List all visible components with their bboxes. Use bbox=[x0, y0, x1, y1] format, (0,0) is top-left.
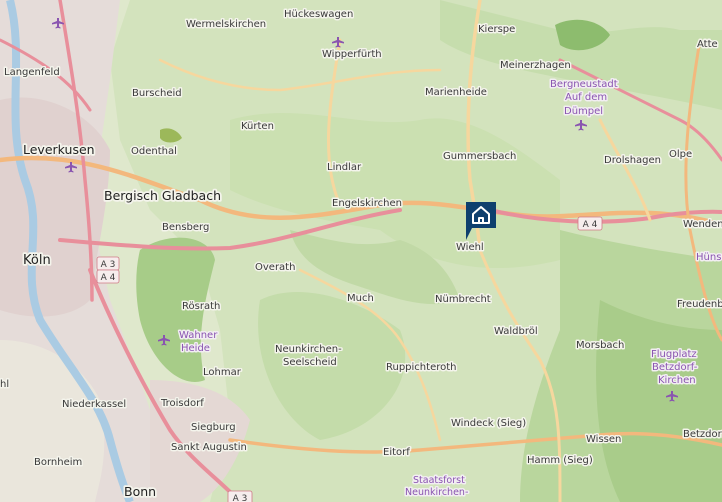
poi-label-flugplatz: Flugplatz bbox=[651, 349, 697, 360]
svg-text:A 3: A 3 bbox=[233, 494, 248, 502]
town-label: Lindlar bbox=[327, 162, 362, 173]
town-label: Meinerzhagen bbox=[500, 60, 571, 71]
poi-label-staatsforst: Neunkirchen- bbox=[405, 487, 468, 498]
town-label: Rösrath bbox=[182, 301, 220, 312]
town-label: Odenthal bbox=[131, 146, 177, 157]
town-label: Marienheide bbox=[425, 87, 487, 98]
town-label: Hamm (Sieg) bbox=[527, 455, 593, 466]
town-label: Freudenb bbox=[677, 299, 722, 310]
town-label: Siegburg bbox=[191, 422, 236, 433]
town-label: Bensberg bbox=[162, 222, 209, 233]
town-label: hl bbox=[0, 379, 9, 390]
svg-text:A 4: A 4 bbox=[583, 220, 598, 230]
town-label: Troisdorf bbox=[160, 398, 204, 409]
town-label: Burscheid bbox=[132, 88, 182, 99]
poi-label-wahner-heide: Heide bbox=[181, 343, 210, 354]
town-label: Kürten bbox=[241, 121, 274, 132]
motorway-shield-a4-bottom: A 4 bbox=[96, 269, 120, 284]
town-label: Wissen bbox=[586, 434, 621, 445]
svg-text:A 4: A 4 bbox=[101, 273, 116, 283]
town-label: Nümbrecht bbox=[435, 294, 491, 305]
poi-label-bergneustadt: Dümpel bbox=[564, 106, 603, 117]
town-label: Neunkirchen- bbox=[275, 344, 342, 355]
town-label: Windeck (Sieg) bbox=[451, 418, 526, 429]
town-label: Engelskirchen bbox=[332, 198, 402, 209]
poi-label-bergneustadt: Bergneustadt bbox=[550, 79, 618, 90]
town-label: Atte bbox=[697, 39, 718, 50]
poi-label-staatsforst: Staatsforst bbox=[413, 475, 465, 486]
motorway-shield-a3-top: A 3 bbox=[96, 256, 120, 271]
poi-label-bergneustadt: Auf dem bbox=[565, 92, 607, 103]
city-label-bergisch-gladbach: Bergisch Gladbach bbox=[104, 188, 221, 203]
town-label: Drolshagen bbox=[604, 155, 661, 166]
city-label-koeln: Köln bbox=[23, 253, 51, 268]
town-label: Kierspe bbox=[478, 24, 515, 35]
town-label: Lohmar bbox=[203, 367, 242, 378]
poi-label-wahner-heide: Wahner bbox=[179, 330, 218, 341]
town-label: Bornheim bbox=[34, 457, 82, 468]
motorway-shield-a3-south: A 3 bbox=[227, 490, 253, 502]
town-label: Gummersbach bbox=[443, 151, 516, 162]
town-label: Wiehl bbox=[456, 242, 484, 253]
town-label: Langenfeld bbox=[4, 67, 60, 78]
town-label: Betzdorf bbox=[683, 429, 722, 440]
town-label: Niederkassel bbox=[62, 399, 126, 410]
map-canvas[interactable]: A 3 A 4 A 4 A 3 Köln Leverkusen Bergisch… bbox=[0, 0, 722, 502]
town-label: Waldbröl bbox=[494, 326, 538, 337]
poi-label-huensborn: Hüns bbox=[696, 252, 721, 263]
town-label: Olpe bbox=[669, 149, 692, 160]
town-label: Morsbach bbox=[576, 340, 624, 351]
poi-label-flugplatz: Kirchen bbox=[658, 375, 696, 386]
town-label: Eitorf bbox=[383, 447, 410, 458]
town-label: Sankt Augustin bbox=[171, 442, 247, 453]
town-label: Ruppichteroth bbox=[386, 362, 457, 373]
town-label: Wipperfürth bbox=[322, 49, 382, 60]
city-label-leverkusen: Leverkusen bbox=[23, 142, 95, 157]
poi-label-flugplatz: Betzdorf- bbox=[652, 362, 698, 373]
town-label: Much bbox=[347, 293, 374, 304]
svg-text:A 3: A 3 bbox=[101, 260, 116, 270]
town-label: Wermelskirchen bbox=[186, 19, 266, 30]
town-label: Overath bbox=[255, 262, 295, 273]
town-label: Hückeswagen bbox=[284, 9, 353, 20]
motorway-shield-a4-east: A 4 bbox=[577, 216, 603, 231]
city-label-bonn: Bonn bbox=[124, 484, 156, 499]
town-label: Wenden bbox=[683, 219, 722, 230]
town-label: Seelscheid bbox=[283, 357, 337, 368]
